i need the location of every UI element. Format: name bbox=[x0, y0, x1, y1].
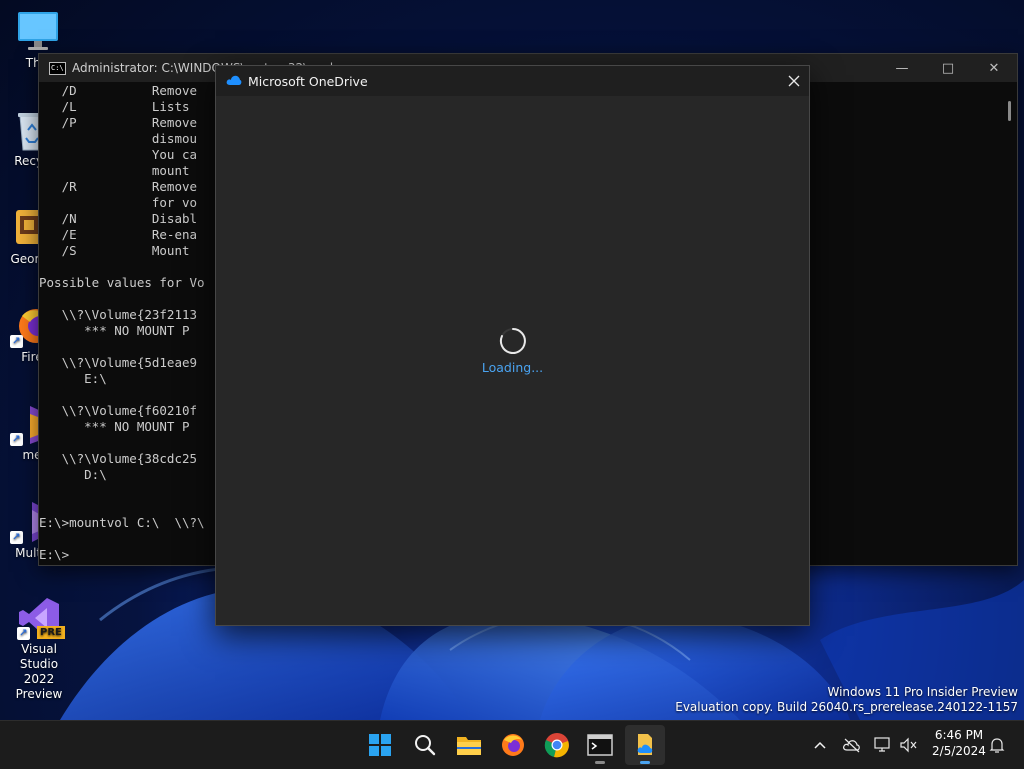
terminal-taskbar-button[interactable] bbox=[580, 725, 620, 765]
folder-icon bbox=[457, 737, 481, 755]
watermark-edition: Windows 11 Pro Insider Preview bbox=[827, 685, 1018, 699]
onedrive-dialog[interactable]: Microsoft OneDrive Loading... bbox=[215, 65, 810, 626]
speaker-muted-icon bbox=[900, 737, 917, 753]
start-button[interactable] bbox=[360, 725, 400, 765]
running-indicator bbox=[640, 761, 650, 764]
file-explorer-button[interactable] bbox=[449, 725, 489, 765]
firefox-icon bbox=[502, 734, 524, 756]
maximize-button[interactable]: □ bbox=[925, 54, 971, 82]
taskbar bbox=[0, 720, 1024, 769]
network-tray-icon[interactable] bbox=[871, 733, 895, 757]
show-hidden-icons-button[interactable] bbox=[808, 733, 832, 757]
chrome-taskbar-button[interactable] bbox=[537, 725, 577, 765]
console-scrollbar[interactable] bbox=[1008, 101, 1011, 121]
monitor-icon bbox=[16, 10, 60, 54]
shortcut-arrow-icon: ↗ bbox=[10, 335, 23, 348]
onedrive-title: Microsoft OneDrive bbox=[248, 73, 368, 89]
minimize-button[interactable]: — bbox=[879, 54, 925, 82]
watermark-build: Evaluation copy. Build 26040.rs_prerelea… bbox=[675, 700, 1018, 714]
command-prompt-icon: C:\ bbox=[49, 61, 66, 75]
desktop-icon-visual-studio[interactable]: ↗ PRE Visual Studio 2022 Preview bbox=[1, 596, 77, 702]
onedrive-taskbar-button[interactable] bbox=[625, 725, 665, 765]
windows-watermark: Windows 11 Pro Insider Preview Evaluatio… bbox=[675, 685, 1018, 715]
volume-tray-icon[interactable] bbox=[897, 733, 921, 757]
chrome-icon bbox=[544, 733, 569, 758]
shortcut-arrow-icon: ↗ bbox=[10, 531, 23, 544]
shortcut-arrow-icon: ↗ bbox=[17, 627, 30, 640]
close-button[interactable]: ✕ bbox=[971, 54, 1017, 82]
cloud-offline-icon bbox=[843, 738, 860, 753]
terminal-icon bbox=[587, 734, 613, 756]
running-indicator bbox=[595, 761, 605, 764]
clock-date: 2/5/2024 bbox=[932, 744, 986, 758]
preview-badge: PRE bbox=[37, 626, 65, 639]
search-button[interactable] bbox=[405, 725, 445, 765]
loading-text: Loading... bbox=[481, 360, 544, 375]
onedrive-titlebar[interactable]: Microsoft OneDrive bbox=[216, 66, 809, 96]
shortcut-arrow-icon: ↗ bbox=[10, 433, 23, 446]
onedrive-cloud-icon bbox=[226, 74, 242, 89]
taskbar-clock[interactable]: 6:46 PM 2/5/2024 bbox=[929, 727, 989, 759]
visual-studio-icon: ↗ PRE bbox=[17, 596, 65, 640]
loading-spinner-icon bbox=[499, 328, 526, 354]
firefox-taskbar-button[interactable] bbox=[493, 725, 533, 765]
close-icon bbox=[788, 75, 800, 87]
network-icon bbox=[874, 737, 890, 752]
onedrive-setup-icon bbox=[637, 734, 653, 755]
windows-logo-icon bbox=[369, 734, 391, 756]
close-button[interactable] bbox=[779, 66, 809, 96]
clock-time: 6:46 PM bbox=[934, 728, 984, 742]
desktop-icon-label: Visual Studio 2022 Preview bbox=[15, 642, 63, 701]
chevron-up-icon bbox=[814, 741, 826, 749]
bell-icon bbox=[989, 738, 1005, 753]
onedrive-tray-icon[interactable] bbox=[840, 733, 864, 757]
search-icon bbox=[415, 735, 436, 756]
